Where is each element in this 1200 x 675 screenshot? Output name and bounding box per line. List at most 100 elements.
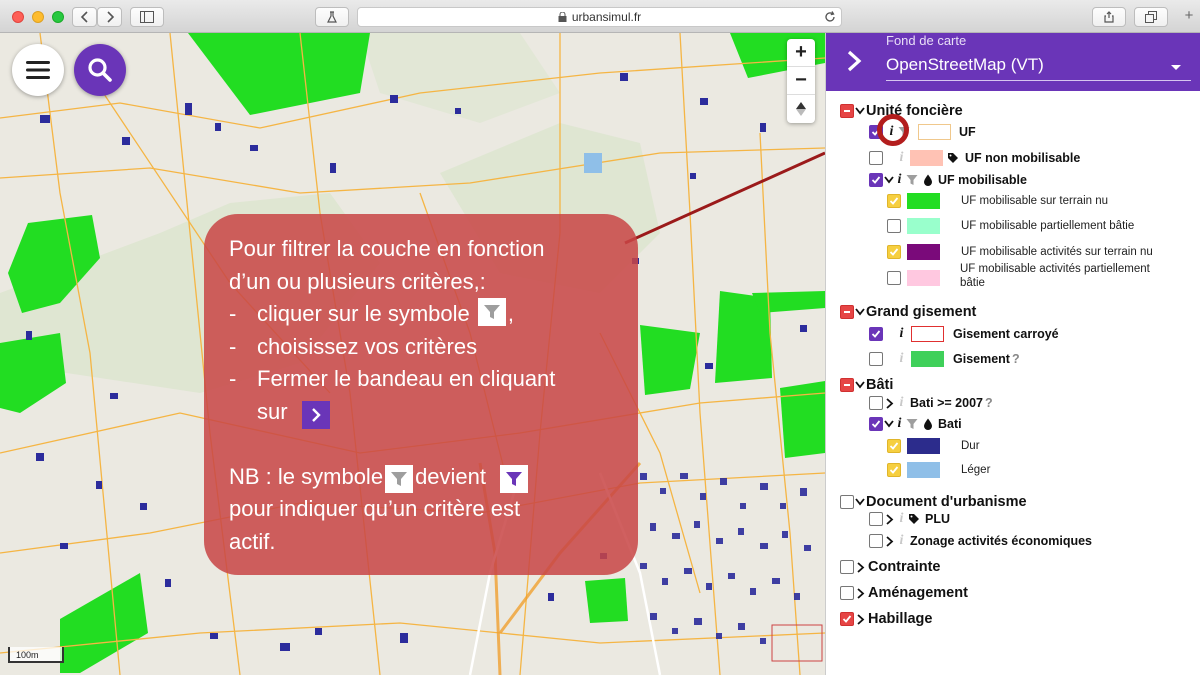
layer-checkbox[interactable]: [869, 151, 883, 165]
legend-checkbox[interactable]: [887, 463, 901, 477]
chevron-down-icon[interactable]: [855, 381, 865, 389]
layer-bati-2007[interactable]: i Bati >= 2007 ?: [869, 393, 993, 413]
legend-uf-mob-activites-nu[interactable]: UF mobilisable activités sur terrain nu: [887, 242, 1153, 262]
help-icon[interactable]: ?: [1012, 352, 1020, 366]
filter-icon: [477, 298, 506, 326]
layer-checkbox[interactable]: [869, 173, 883, 187]
section-amenagement[interactable]: Aménagement: [840, 583, 968, 603]
info-icon[interactable]: i: [897, 395, 906, 411]
menu-button[interactable]: [12, 44, 64, 96]
drop-icon[interactable]: [922, 418, 934, 430]
info-icon[interactable]: i: [895, 172, 904, 188]
legend-checkbox[interactable]: [887, 271, 901, 285]
close-window-button[interactable]: [12, 11, 24, 23]
info-icon[interactable]: i: [897, 326, 906, 342]
tag-icon[interactable]: [947, 152, 959, 164]
legend-uf-mob-partiel[interactable]: UF mobilisable partiellement bâtie: [887, 216, 1134, 236]
chevron-down-icon[interactable]: [855, 498, 865, 506]
help-icon[interactable]: ?: [985, 396, 993, 410]
collapse-checkbox[interactable]: [840, 378, 854, 392]
layer-checkbox[interactable]: [869, 352, 883, 366]
highlight-ring: [877, 114, 909, 146]
info-icon[interactable]: i: [897, 511, 906, 527]
chevron-right-icon[interactable]: [886, 513, 894, 525]
layer-checkbox[interactable]: [869, 396, 883, 410]
layer-gisement-carroye[interactable]: i Gisement carroyé: [869, 324, 1059, 344]
tabs-overview-button[interactable]: [1134, 7, 1168, 27]
legend-leger[interactable]: Léger: [887, 460, 990, 480]
chevron-right-icon[interactable]: [886, 535, 894, 547]
url-text: urbansimul.fr: [571, 10, 642, 24]
tag-icon[interactable]: [908, 513, 920, 525]
section-habillage[interactable]: Habillage: [840, 609, 932, 629]
zoom-in-button[interactable]: +: [787, 39, 815, 67]
layer-uf-mobilisable[interactable]: i UF mobilisable: [869, 170, 1027, 190]
back-button[interactable]: [72, 7, 97, 27]
section-checkbox[interactable]: [840, 586, 854, 600]
legend-dur[interactable]: Dur: [887, 436, 980, 456]
info-icon[interactable]: i: [897, 533, 906, 549]
layer-zonage[interactable]: i Zonage activités économiques: [869, 531, 1092, 551]
filter-icon[interactable]: [906, 174, 918, 186]
chevron-right-icon[interactable]: [844, 49, 864, 73]
chevron-down-icon[interactable]: [884, 176, 894, 184]
zoom-out-button[interactable]: −: [787, 67, 815, 95]
swatch-mob-nu: [907, 193, 940, 209]
chevron-right-icon[interactable]: [886, 397, 894, 409]
sidebar-icon: [140, 11, 154, 23]
section-checkbox[interactable]: [840, 495, 854, 509]
swatch-activites-nu: [907, 244, 940, 260]
legend-checkbox[interactable]: [887, 245, 901, 259]
basemap-select[interactable]: OpenStreetMap (VT): [886, 55, 1191, 81]
map-view[interactable]: + − 100m Pour filtrer la couche en fonct…: [0, 33, 825, 675]
chevron-down-icon[interactable]: [855, 308, 865, 316]
legend-checkbox[interactable]: [887, 439, 901, 453]
chevron-right-icon[interactable]: [857, 587, 865, 599]
compass-button[interactable]: [787, 95, 815, 123]
layer-gisement[interactable]: i Gisement ?: [869, 349, 1020, 369]
collapse-checkbox[interactable]: [840, 305, 854, 319]
chevron-right-icon: [301, 400, 330, 429]
chevron-down-icon[interactable]: [855, 107, 865, 115]
legend-uf-mob-activites-partiel[interactable]: [887, 268, 940, 288]
search-icon: [88, 58, 112, 82]
layer-checkbox[interactable]: [869, 417, 883, 431]
legend-uf-mob-terrain-nu[interactable]: UF mobilisable sur terrain nu: [887, 191, 1108, 211]
chevron-right-icon[interactable]: [857, 561, 865, 573]
sidebar-toggle-button[interactable]: [130, 7, 164, 27]
section-grand-gisement[interactable]: Grand gisement: [840, 302, 976, 322]
collapse-checkbox[interactable]: [840, 104, 854, 118]
section-bati[interactable]: Bâti: [840, 375, 893, 395]
flask-icon: [327, 11, 337, 23]
section-checkbox[interactable]: [840, 612, 854, 626]
minimize-window-button[interactable]: [32, 11, 44, 23]
callout-bullet-3-cont: sur: [229, 396, 638, 429]
reload-icon[interactable]: [824, 11, 836, 23]
lab-button[interactable]: [315, 7, 349, 27]
fullscreen-window-button[interactable]: [52, 11, 64, 23]
callout-nb-line-3: actif.: [229, 528, 276, 554]
legend-checkbox[interactable]: [887, 219, 901, 233]
share-button[interactable]: [1092, 7, 1126, 27]
filter-icon[interactable]: [906, 418, 918, 430]
info-icon[interactable]: i: [897, 150, 906, 166]
info-icon[interactable]: i: [897, 351, 906, 367]
section-checkbox[interactable]: [840, 560, 854, 574]
chevron-right-icon[interactable]: [857, 613, 865, 625]
new-tab-button[interactable]: +: [1178, 7, 1200, 33]
drop-icon[interactable]: [922, 174, 934, 186]
layer-bati[interactable]: i Bati: [869, 414, 962, 434]
layer-uf-non-mobilisable[interactable]: i UF non mobilisable: [869, 148, 1080, 168]
instruction-callout: Pour filtrer la couche en fonction d’un …: [204, 214, 638, 575]
info-icon[interactable]: i: [895, 416, 904, 432]
layer-checkbox[interactable]: [869, 327, 883, 341]
layer-checkbox[interactable]: [869, 534, 883, 548]
address-bar[interactable]: urbansimul.fr: [357, 7, 842, 27]
forward-button[interactable]: [97, 7, 122, 27]
layer-checkbox[interactable]: [869, 512, 883, 526]
layer-plu[interactable]: i PLU: [869, 509, 950, 529]
search-button[interactable]: [74, 44, 126, 96]
legend-checkbox[interactable]: [887, 194, 901, 208]
section-contrainte[interactable]: Contrainte: [840, 557, 941, 577]
chevron-down-icon[interactable]: [884, 420, 894, 428]
